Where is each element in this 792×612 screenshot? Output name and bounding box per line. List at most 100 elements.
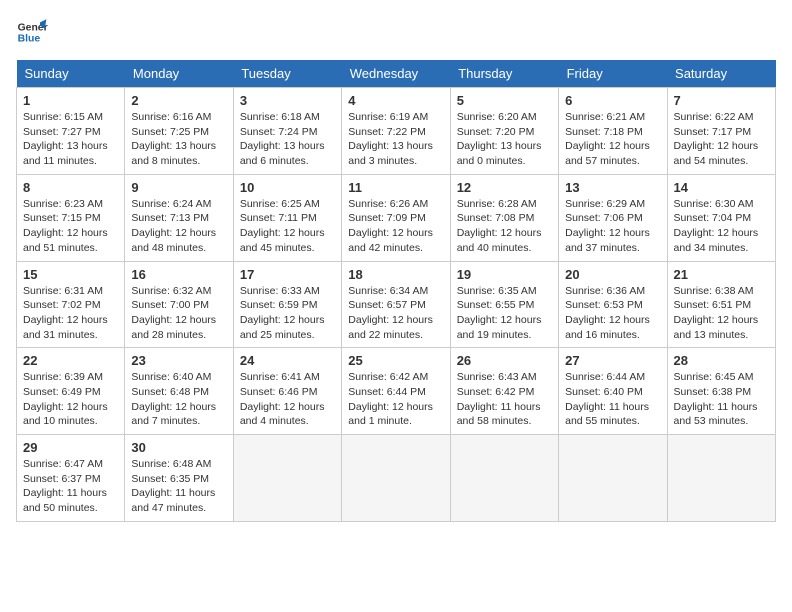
calendar-cell: 4 Sunrise: 6:19 AM Sunset: 7:22 PM Daylig…: [342, 88, 450, 175]
weekday-header-tuesday: Tuesday: [233, 60, 341, 88]
day-info: Sunrise: 6:35 AM Sunset: 6:55 PM Dayligh…: [457, 284, 552, 343]
day-number: 17: [240, 267, 335, 282]
calendar-cell: 27 Sunrise: 6:44 AM Sunset: 6:40 PM Dayli…: [559, 348, 667, 435]
day-info: Sunrise: 6:24 AM Sunset: 7:13 PM Dayligh…: [131, 197, 226, 256]
day-number: 8: [23, 180, 118, 195]
calendar-cell: 6 Sunrise: 6:21 AM Sunset: 7:18 PM Daylig…: [559, 88, 667, 175]
day-number: 25: [348, 353, 443, 368]
calendar-cell: 11Sunrise: 6:26 AM Sunset: 7:09 PM Dayli…: [342, 174, 450, 261]
svg-text:Blue: Blue: [18, 34, 41, 45]
day-number: 27: [565, 353, 660, 368]
day-number: 11: [348, 180, 443, 195]
calendar-cell: 13Sunrise: 6:29 AM Sunset: 7:06 PM Dayli…: [559, 174, 667, 261]
day-info: Sunrise: 6:47 AM Sunset: 6:37 PM Dayligh…: [23, 457, 118, 516]
calendar-cell: [233, 435, 341, 522]
calendar-week-3: 22 Sunrise: 6:39 AM Sunset: 6:49 PM Dayli…: [17, 348, 776, 435]
day-number: 20: [565, 267, 660, 282]
day-number: 10: [240, 180, 335, 195]
day-info: Sunrise: 6:20 AM Sunset: 7:20 PM Dayligh…: [457, 110, 552, 169]
day-info: Sunrise: 6:40 AM Sunset: 6:48 PM Dayligh…: [131, 370, 226, 429]
calendar-cell: 21 Sunrise: 6:38 AM Sunset: 6:51 PM Dayli…: [667, 261, 775, 348]
day-number: 28: [674, 353, 769, 368]
weekday-row: SundayMondayTuesdayWednesdayThursdayFrid…: [17, 60, 776, 88]
calendar-cell: 16 Sunrise: 6:32 AM Sunset: 7:00 PM Dayli…: [125, 261, 233, 348]
day-info: Sunrise: 6:34 AM Sunset: 6:57 PM Dayligh…: [348, 284, 443, 343]
calendar-cell: 2 Sunrise: 6:16 AM Sunset: 7:25 PM Daylig…: [125, 88, 233, 175]
day-info: Sunrise: 6:28 AM Sunset: 7:08 PM Dayligh…: [457, 197, 552, 256]
day-number: 12: [457, 180, 552, 195]
day-info: Sunrise: 6:41 AM Sunset: 6:46 PM Dayligh…: [240, 370, 335, 429]
calendar-cell: 28 Sunrise: 6:45 AM Sunset: 6:38 PM Dayli…: [667, 348, 775, 435]
day-info: Sunrise: 6:19 AM Sunset: 7:22 PM Dayligh…: [348, 110, 443, 169]
day-number: 5: [457, 93, 552, 108]
calendar-cell: [450, 435, 558, 522]
day-number: 22: [23, 353, 118, 368]
calendar-cell: 3Sunrise: 6:18 AM Sunset: 7:24 PM Daylig…: [233, 88, 341, 175]
day-number: 1: [23, 93, 118, 108]
day-info: Sunrise: 6:33 AM Sunset: 6:59 PM Dayligh…: [240, 284, 335, 343]
day-info: Sunrise: 6:21 AM Sunset: 7:18 PM Dayligh…: [565, 110, 660, 169]
day-number: 21: [674, 267, 769, 282]
calendar-cell: 19 Sunrise: 6:35 AM Sunset: 6:55 PM Dayli…: [450, 261, 558, 348]
day-number: 23: [131, 353, 226, 368]
day-info: Sunrise: 6:36 AM Sunset: 6:53 PM Dayligh…: [565, 284, 660, 343]
day-number: 7: [674, 93, 769, 108]
day-number: 14: [674, 180, 769, 195]
day-number: 29: [23, 440, 118, 455]
weekday-header-thursday: Thursday: [450, 60, 558, 88]
calendar-cell: 20 Sunrise: 6:36 AM Sunset: 6:53 PM Dayli…: [559, 261, 667, 348]
day-number: 2: [131, 93, 226, 108]
calendar-cell: 24 Sunrise: 6:41 AM Sunset: 6:46 PM Dayli…: [233, 348, 341, 435]
calendar-cell: [342, 435, 450, 522]
day-info: Sunrise: 6:22 AM Sunset: 7:17 PM Dayligh…: [674, 110, 769, 169]
calendar-cell: 25 Sunrise: 6:42 AM Sunset: 6:44 PM Dayli…: [342, 348, 450, 435]
day-number: 13: [565, 180, 660, 195]
day-info: Sunrise: 6:48 AM Sunset: 6:35 PM Dayligh…: [131, 457, 226, 516]
calendar-week-4: 29 Sunrise: 6:47 AM Sunset: 6:37 PM Dayli…: [17, 435, 776, 522]
day-number: 9: [131, 180, 226, 195]
day-number: 6: [565, 93, 660, 108]
day-number: 19: [457, 267, 552, 282]
calendar-cell: 7 Sunrise: 6:22 AM Sunset: 7:17 PM Daylig…: [667, 88, 775, 175]
day-info: Sunrise: 6:44 AM Sunset: 6:40 PM Dayligh…: [565, 370, 660, 429]
calendar-cell: 22 Sunrise: 6:39 AM Sunset: 6:49 PM Dayli…: [17, 348, 125, 435]
calendar-header: SundayMondayTuesdayWednesdayThursdayFrid…: [17, 60, 776, 88]
calendar-week-0: 1 Sunrise: 6:15 AM Sunset: 7:27 PM Daylig…: [17, 88, 776, 175]
day-info: Sunrise: 6:42 AM Sunset: 6:44 PM Dayligh…: [348, 370, 443, 429]
calendar-cell: 10Sunrise: 6:25 AM Sunset: 7:11 PM Dayli…: [233, 174, 341, 261]
weekday-header-saturday: Saturday: [667, 60, 775, 88]
calendar-cell: 15Sunrise: 6:31 AM Sunset: 7:02 PM Dayli…: [17, 261, 125, 348]
day-info: Sunrise: 6:45 AM Sunset: 6:38 PM Dayligh…: [674, 370, 769, 429]
weekday-header-monday: Monday: [125, 60, 233, 88]
day-number: 16: [131, 267, 226, 282]
calendar-table: SundayMondayTuesdayWednesdayThursdayFrid…: [16, 60, 776, 522]
calendar-cell: 5 Sunrise: 6:20 AM Sunset: 7:20 PM Daylig…: [450, 88, 558, 175]
day-number: 24: [240, 353, 335, 368]
weekday-header-sunday: Sunday: [17, 60, 125, 88]
day-info: Sunrise: 6:16 AM Sunset: 7:25 PM Dayligh…: [131, 110, 226, 169]
calendar-cell: 29 Sunrise: 6:47 AM Sunset: 6:37 PM Dayli…: [17, 435, 125, 522]
day-number: 18: [348, 267, 443, 282]
weekday-header-wednesday: Wednesday: [342, 60, 450, 88]
day-info: Sunrise: 6:38 AM Sunset: 6:51 PM Dayligh…: [674, 284, 769, 343]
day-info: Sunrise: 6:23 AM Sunset: 7:15 PM Dayligh…: [23, 197, 118, 256]
weekday-header-friday: Friday: [559, 60, 667, 88]
day-number: 3: [240, 93, 335, 108]
calendar-cell: 23 Sunrise: 6:40 AM Sunset: 6:48 PM Dayli…: [125, 348, 233, 435]
calendar-body: 1 Sunrise: 6:15 AM Sunset: 7:27 PM Daylig…: [17, 88, 776, 522]
calendar-cell: 12 Sunrise: 6:28 AM Sunset: 7:08 PM Dayli…: [450, 174, 558, 261]
day-info: Sunrise: 6:32 AM Sunset: 7:00 PM Dayligh…: [131, 284, 226, 343]
day-info: Sunrise: 6:43 AM Sunset: 6:42 PM Dayligh…: [457, 370, 552, 429]
logo-icon: General Blue: [16, 16, 48, 48]
calendar-cell: [667, 435, 775, 522]
calendar-cell: 9 Sunrise: 6:24 AM Sunset: 7:13 PM Daylig…: [125, 174, 233, 261]
page-header: General Blue: [16, 16, 776, 48]
calendar-cell: 17 Sunrise: 6:33 AM Sunset: 6:59 PM Dayli…: [233, 261, 341, 348]
calendar-cell: 8 Sunrise: 6:23 AM Sunset: 7:15 PM Daylig…: [17, 174, 125, 261]
day-info: Sunrise: 6:30 AM Sunset: 7:04 PM Dayligh…: [674, 197, 769, 256]
day-number: 15: [23, 267, 118, 282]
day-info: Sunrise: 6:39 AM Sunset: 6:49 PM Dayligh…: [23, 370, 118, 429]
day-number: 4: [348, 93, 443, 108]
day-number: 30: [131, 440, 226, 455]
day-info: Sunrise: 6:15 AM Sunset: 7:27 PM Dayligh…: [23, 110, 118, 169]
